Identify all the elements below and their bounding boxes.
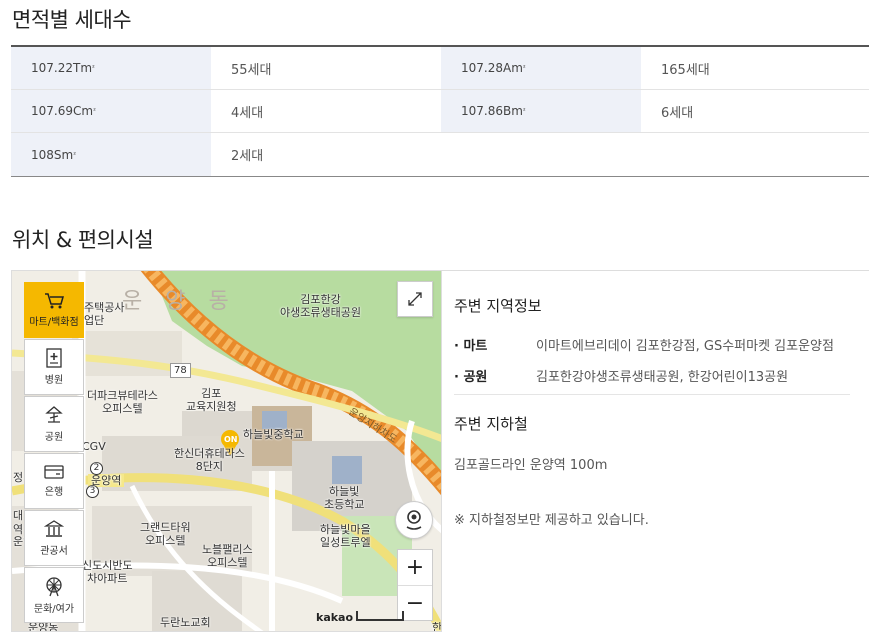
divider — [454, 394, 850, 395]
map-label-school-mid: 하늘빛중학교 — [243, 428, 304, 441]
table-row: 108Sm ² 2세대 — [11, 133, 869, 176]
map-marker-label: ON — [224, 435, 238, 444]
category-label: 관공서 — [40, 546, 68, 557]
category-bank[interactable]: 은행 — [24, 453, 84, 509]
area-type-cell: 107.86Bm ² — [441, 90, 641, 132]
category-park[interactable]: 공원 — [24, 396, 84, 452]
roadview-icon — [406, 510, 422, 530]
map-label-haneul-village: 하늘빛마을 일성트루엘 — [320, 523, 371, 549]
location-section-title: 위치 & 편의시설 — [12, 228, 154, 252]
area-type-cell: 107.69Cm ² — [11, 90, 211, 132]
household-count-cell: 4세대 — [231, 105, 264, 121]
kakao-logo: kakao — [316, 611, 354, 624]
map-label-dae: 대 — [13, 509, 24, 522]
hospital-icon — [46, 348, 62, 368]
info-item: · 공원 김포한강야생조류생태공원, 한강어린이13공원 — [454, 366, 788, 385]
household-count-cell: 55세대 — [231, 62, 272, 78]
government-building-icon — [44, 520, 64, 537]
area-type-cell: 107.28Am ² — [441, 47, 641, 89]
category-culture[interactable]: 문화/여가 — [24, 567, 84, 623]
info-item-value: 김포한강야생조류생태공원, 한강어린이13공원 — [536, 370, 789, 385]
info-item-key: · 마트 — [454, 339, 488, 354]
category-label: 문화/여가 — [33, 604, 75, 615]
household-count-cell: 2세대 — [231, 149, 264, 164]
household-count-cell: 165세대 — [661, 62, 710, 78]
roadview-button[interactable] — [395, 501, 433, 539]
map-label-housing: 주택공사 업단 — [84, 301, 125, 327]
empty-cell — [641, 133, 869, 176]
map-label-cgv: CGV — [82, 440, 106, 453]
category-label: 마트/백화점 — [29, 317, 79, 328]
household-count-cell: 6세대 — [661, 105, 694, 121]
map-badge-2: 2 — [90, 462, 103, 475]
category-government[interactable]: 관공서 — [24, 510, 84, 566]
zoom-in-button[interactable]: + — [398, 550, 432, 585]
park-icon — [45, 406, 63, 423]
expand-icon — [408, 292, 422, 306]
area-type-cell: 108Sm ² — [11, 133, 211, 176]
subway-note: ※ 지하철정보만 제공하고 있습니다. — [454, 513, 649, 528]
empty-cell — [441, 133, 641, 176]
subway-info: 김포골드라인 운양역 100m — [454, 458, 608, 473]
bank-card-icon — [44, 465, 64, 479]
category-label: 은행 — [44, 487, 64, 498]
map-label-education: 김포 교육지원청 — [186, 387, 237, 413]
map-label-road78: 78 — [170, 363, 191, 378]
info-item-key: · 공원 — [454, 370, 488, 385]
map-label-duran: 두란노교회 — [160, 616, 211, 629]
map-label-nobel: 노블팰리스 오피스텔 — [202, 543, 253, 569]
area-table: 107.22Tm ² 55세대 107.28Am ² 165세대 107.69Cm ²… — [11, 45, 869, 177]
table-row: 107.22Tm ² 55세대 107.28Am ² 165세대 — [11, 47, 869, 90]
area-type-cell: 107.22Tm ² — [11, 47, 211, 89]
category-mart[interactable]: 마트/백화점 — [24, 282, 84, 338]
map-scale-bar — [356, 611, 404, 621]
info-panel: 주변 지역정보 · 마트 이마트에브리데이 김포한강점, GS수퍼마켓 김포운양… — [442, 270, 869, 632]
ferris-wheel-icon — [46, 577, 62, 597]
map-label-terrace: 더파크뷰테라스 오피스텔 — [87, 389, 158, 415]
map-badge-3: 3 — [86, 485, 99, 498]
info-item-value: 이마트에브리데이 김포한강점, GS수퍼마켓 김포운양점 — [536, 339, 834, 354]
map-view[interactable]: 김포한강 야생조류생태공원 운 양 동 주택공사 업단 더파크뷰테라스 오피스텔… — [11, 270, 442, 632]
subway-heading: 주변 지하철 — [454, 415, 528, 433]
map-label-park: 김포한강 야생조류생태공원 — [280, 293, 361, 319]
category-label: 병원 — [44, 375, 64, 386]
map-label-shindo: 신도시반도 차아파트 — [82, 559, 133, 585]
map-label-bottom-right: 한 — [432, 621, 442, 632]
info-item: · 마트 이마트에브리데이 김포한강점, GS수퍼마켓 김포운양점 — [454, 335, 834, 354]
table-row: 107.69Cm ² 4세대 107.86Bm ² 6세대 — [11, 90, 869, 133]
area-section-title: 면적별 세대수 — [12, 8, 132, 32]
map-label-grand: 그랜드타워 오피스텔 — [140, 521, 191, 547]
category-hospital[interactable]: 병원 — [24, 339, 84, 395]
category-label: 공원 — [44, 432, 64, 443]
area-info-heading: 주변 지역정보 — [454, 297, 542, 315]
map-label-district: 운 양 동 — [122, 289, 237, 314]
category-bar: 마트/백화점 병원 공원 은행 관공서 문화/여가 — [24, 282, 84, 624]
map-label-elementary: 하늘빛 초등학교 — [324, 485, 365, 511]
cart-icon — [45, 293, 64, 309]
map-label-jeong: 정 — [13, 471, 24, 484]
map-label-hansin: 한신더휴테라스 8단지 — [174, 447, 245, 473]
fullscreen-button[interactable] — [397, 281, 433, 317]
